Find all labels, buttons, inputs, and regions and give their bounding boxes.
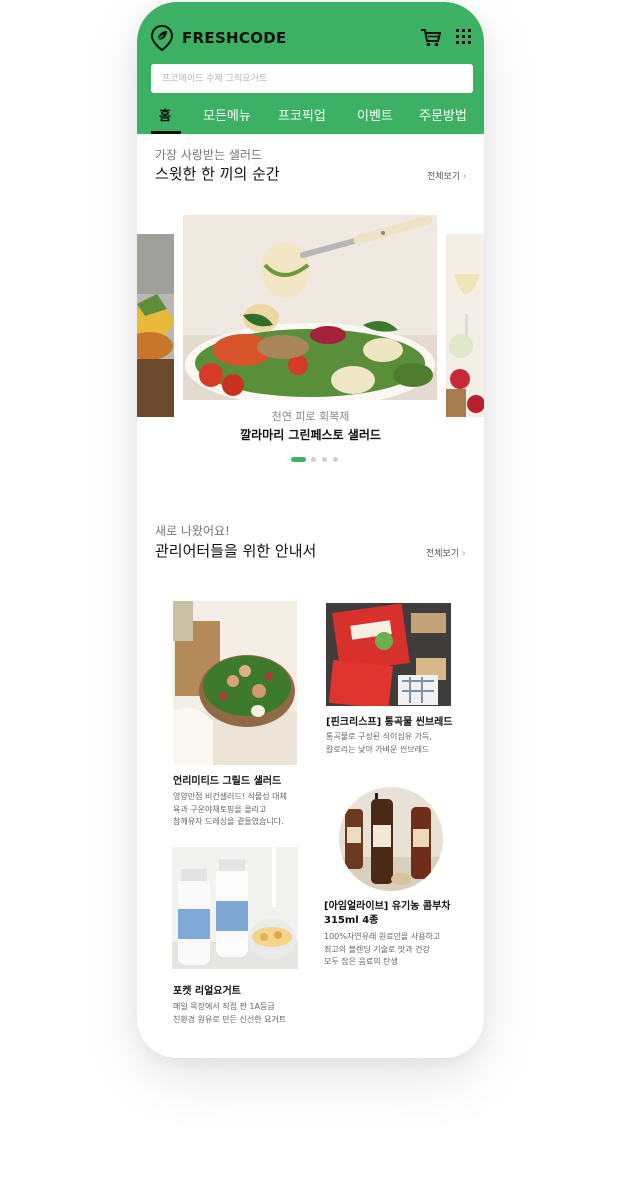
slide-title[interactable]: 깔라마리 그린페스토 샐러드 [137,426,484,443]
title-line: 315ml 4종 [324,915,379,926]
chevron-right-icon: › [463,172,467,182]
description-line: 100%자연유래 원료만을 사용하고 [324,932,441,941]
product-description: 100%자연유래 원료만을 사용하고 최고의 블렌딩 기술로 맛과 건강 모두 … [324,931,440,969]
tab-event[interactable]: 이벤트 [357,105,393,124]
leaf-pin-icon[interactable] [151,25,173,51]
chevron-right-icon: › [462,549,466,559]
product-image-kombucha[interactable] [339,787,443,891]
app-header: FRESHCODE 홈 모든메뉴 프코픽업 이벤트 주문방법 [137,2,484,134]
carousel-dot[interactable] [333,457,338,462]
popular-view-all-link[interactable]: 전체보기 › [427,169,467,182]
product-title[interactable]: [핀크리스프] 통곡물 씬브레드 [326,716,453,730]
description-line: 친환경 원유로 만든 신선한 요거트 [173,1014,287,1024]
phone-frame: FRESHCODE 홈 모든메뉴 프코픽업 이벤트 주문방법 가장 사랑받는 샐… [137,2,484,1058]
view-all-label: 전체보기 [426,549,460,559]
product-image-crispbread[interactable] [326,603,451,706]
product-title[interactable]: 포켓 리얼요거트 [173,985,241,999]
carousel-prev-slide[interactable] [137,234,174,417]
popular-subtitle: 가장 사랑받는 샐러드 [155,148,262,162]
carousel-next-slide[interactable] [446,234,484,417]
brand-logo[interactable]: FRESHCODE [182,29,287,47]
active-tab-indicator [151,131,181,134]
product-description: 통곡물로 구성된 식이섬유 가득, 칼로리는 낮아 가벼운 씬브레드 [326,731,432,756]
title-line: [아임얼라이브] 유기농 콤부차 [324,901,451,912]
product-description: 매일 목장에서 직접 짠 1A등급 친환경 원유로 만든 신선한 요거트 [173,1001,286,1026]
description-line: 최고의 블렌딩 기술로 맛과 건강 [324,944,430,954]
tab-all-menu[interactable]: 모든메뉴 [203,105,251,124]
main-tabs: 홈 모든메뉴 프코픽업 이벤트 주문방법 [137,98,484,134]
product-image-yogurt[interactable] [172,847,298,969]
view-all-label: 전체보기 [427,172,461,182]
new-view-all-link[interactable]: 전체보기 › [426,546,466,559]
product-image-salad[interactable] [173,601,297,765]
carousel-dot[interactable] [311,457,316,462]
grid-menu-icon[interactable] [456,29,471,44]
description-line: 매일 목장에서 직접 짠 1A등급 [173,1002,275,1011]
carousel-dot-active[interactable] [291,457,306,462]
carousel-slide-image[interactable] [183,215,437,400]
tab-home[interactable]: 홈 [159,105,171,124]
search-input[interactable] [151,64,473,93]
new-title: 관리어터들을 위한 안내서 [155,542,317,560]
tab-pickup[interactable]: 프코픽업 [278,105,326,124]
popular-title: 스윗한 한 끼의 순간 [155,165,280,183]
cart-icon[interactable] [421,29,441,47]
description-line: 칼로리는 낮아 가벼운 씬브레드 [326,744,430,754]
slide-subtitle: 천연 피로 회복제 [271,410,350,423]
description-line: 통곡물로 구성된 식이섬유 가득, [326,732,432,741]
carousel-dot[interactable] [322,457,327,462]
description-line: 참깨유자 드레싱을 곁들였습니다. [173,817,284,826]
description-line: 육과 구운야채토핑을 올리고 [173,804,267,814]
tab-how-to-order[interactable]: 주문방법 [419,105,467,124]
product-description: 영양만점 비건샐러드! 식물성 대체 육과 구운야채토핑을 올리고 참깨유자 드… [173,791,287,829]
description-line: 영양만점 비건샐러드! 식물성 대체 [173,792,287,801]
product-title[interactable]: 언리미티드 그릴드 샐러드 [173,775,281,789]
new-subtitle: 새로 나왔어요! [155,524,230,538]
description-line: 모두 잡은 음료의 탄생 [324,957,398,966]
product-title[interactable]: [아임얼라이브] 유기농 콤부차 315ml 4종 [324,900,451,928]
